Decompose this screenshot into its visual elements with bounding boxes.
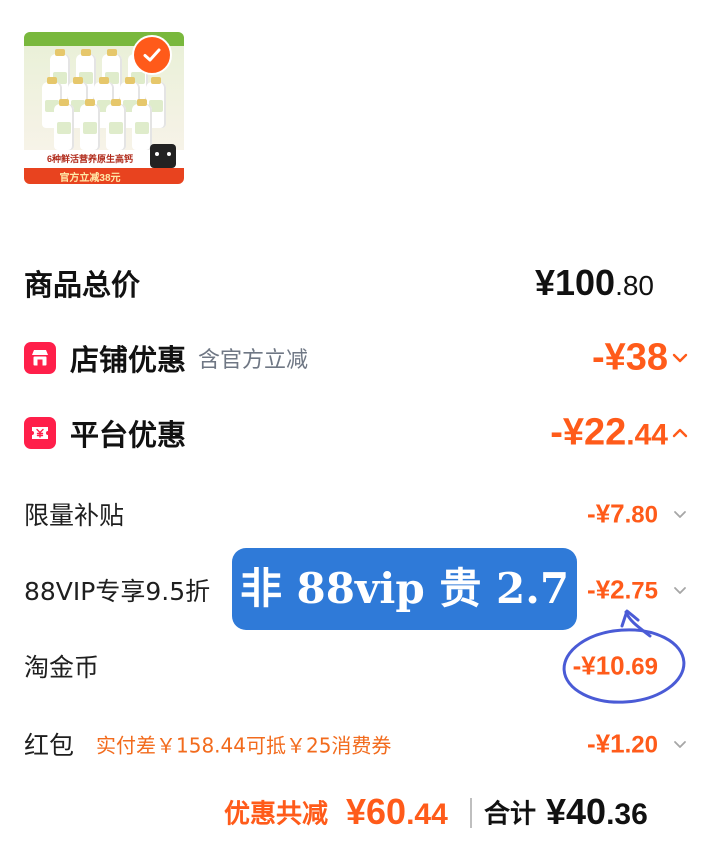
store-discount-note: 含官方立减 [198, 348, 309, 373]
chevron-down-icon[interactable] [670, 504, 690, 524]
footer-divider [470, 798, 472, 828]
order-footer: 优惠共减 ¥60.44 合计 ¥40.36 [0, 784, 720, 840]
detail-row-limited-subsidy[interactable]: 限量补贴 -¥7.80 [24, 490, 690, 538]
grand-total-label: 合计 [484, 799, 537, 830]
chevron-down-icon[interactable] [670, 734, 690, 754]
total-price-amount: ¥100.80 [534, 262, 654, 303]
red-packet-note: 实付差￥158.44可抵￥25消费券 [96, 733, 392, 758]
detail-amount: -¥10.69 [572, 650, 658, 681]
detail-label: 红包 [24, 731, 75, 760]
detail-row-taojinbi[interactable]: 淘金币 -¥10.69 [24, 642, 690, 690]
chevron-down-icon[interactable] [670, 580, 690, 600]
annotation-text: 非 88vip 贵 2.7 [239, 564, 570, 613]
annotation-arrow [624, 610, 652, 638]
platform-discount-label: 平台优惠 [70, 418, 187, 452]
detail-amount: -¥2.75 [587, 574, 658, 605]
detail-label: 限量补贴 [24, 501, 125, 530]
platform-discount-amount: -¥22.44 [550, 411, 668, 454]
detail-amount: -¥1.20 [587, 728, 658, 759]
coupon-icon [24, 417, 56, 449]
product-badge-line: 6种鲜活营养原生高钙 [46, 154, 133, 164]
selected-check-icon[interactable] [132, 35, 172, 75]
store-icon [24, 342, 56, 374]
total-price-label: 商品总价 [24, 268, 141, 302]
discount-total-amount: ¥60.44 [346, 791, 448, 832]
detail-label: 淘金币 [24, 653, 100, 682]
store-discount-row[interactable]: 店铺优惠 含官方立减 -¥38 [24, 334, 690, 382]
detail-amount: -¥7.80 [587, 498, 658, 529]
annotation-callout: 非 88vip 贵 2.7 [232, 548, 577, 630]
discount-total-label: 优惠共减 [224, 799, 329, 830]
chevron-down-icon[interactable] [670, 348, 690, 368]
total-price-row: 商品总价 ¥100.80 [24, 259, 690, 307]
platform-discount-row[interactable]: 平台优惠 -¥22.44 [24, 409, 690, 457]
chevron-up-icon[interactable] [670, 423, 690, 443]
store-discount-amount: -¥38 [591, 336, 668, 379]
detail-label: 88VIP专享9.5折 [24, 577, 211, 606]
detail-row-red-packet[interactable]: 红包 实付差￥158.44可抵￥25消费券 -¥1.20 [24, 720, 690, 768]
tmall-cat-icon [150, 144, 176, 168]
grand-total-amount: ¥40.36 [546, 791, 648, 832]
promo-band-text: 官方立减38元 [59, 173, 121, 184]
store-discount-label: 店铺优惠 [70, 343, 187, 377]
